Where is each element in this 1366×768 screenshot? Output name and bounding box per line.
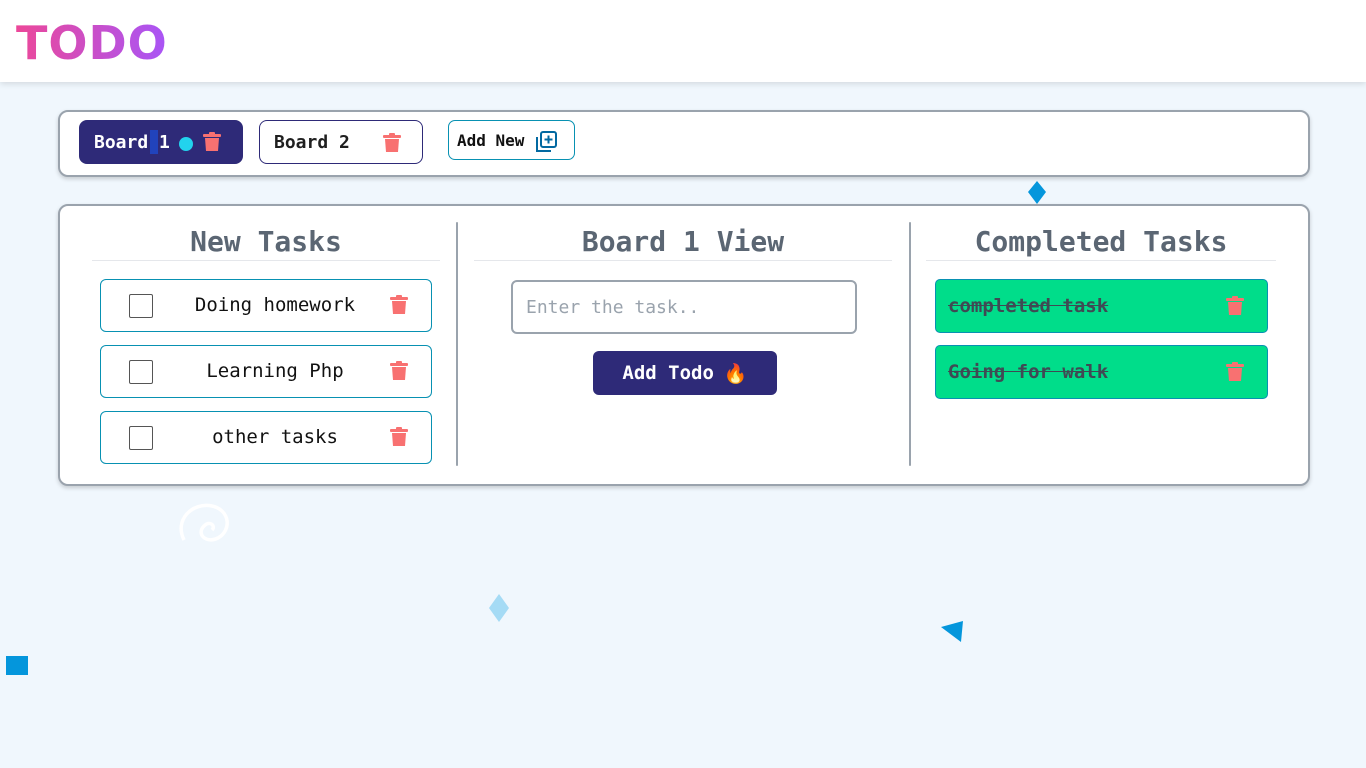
completed-task-item: completed task [935,279,1268,333]
decor-swirl-shape [179,503,229,542]
trash-icon[interactable] [383,133,401,153]
trash-icon[interactable] [1226,296,1244,316]
column-divider [909,222,911,466]
decor-diamond-shape [489,594,509,622]
task-checkbox[interactable] [129,360,153,384]
completed-tasks-title: Completed Tasks [926,224,1276,261]
trash-icon[interactable] [390,295,408,315]
column-divider [456,222,458,466]
boards-bar: Board 1 Board 2 Add New [58,110,1310,177]
task-item: Doing homework [100,279,432,332]
trash-icon[interactable] [1226,362,1244,382]
board-tab-2[interactable]: Board 2 [259,120,423,164]
add-todo-button[interactable]: Add Todo 🔥 [593,351,777,395]
task-checkbox[interactable] [129,426,153,450]
task-input[interactable] [511,280,857,334]
add-board-button[interactable]: Add New [448,120,575,160]
board-tab-label: Board 2 [274,131,350,153]
fire-icon: 🔥 [723,362,748,385]
task-item: Learning Php [100,345,432,398]
board-tab-1[interactable]: Board 1 [79,120,243,164]
trash-icon[interactable] [203,132,221,152]
task-item: other tasks [100,411,432,464]
task-text: Doing homework [194,294,356,316]
trash-icon[interactable] [390,361,408,381]
decor-square-shape [6,656,28,675]
board-view-title: Board 1 View [474,224,892,261]
add-board-label: Add New [457,130,525,150]
completed-task-text: completed task [948,295,1109,317]
new-tasks-title: New Tasks [92,224,440,261]
task-text: other tasks [212,426,338,448]
trash-icon[interactable] [390,427,408,447]
board-tab-label: Board 1 [94,131,170,153]
text-cursor-highlight [150,130,158,154]
top-navbar: TODO [0,0,1366,82]
task-checkbox[interactable] [129,294,153,318]
decor-diamond-shape [1028,181,1046,204]
add-square-icon [536,131,557,152]
decor-triangle-shape [941,621,963,642]
task-text: Learning Php [206,360,344,382]
completed-task-item: Going for walk [935,345,1268,399]
app-logo: TODO [16,16,168,70]
active-board-indicator [179,137,193,151]
board-panel: New Tasks Doing homework Learning Php ot… [58,204,1310,486]
completed-task-text: Going for walk [948,361,1109,383]
add-todo-label: Add Todo [622,362,714,384]
